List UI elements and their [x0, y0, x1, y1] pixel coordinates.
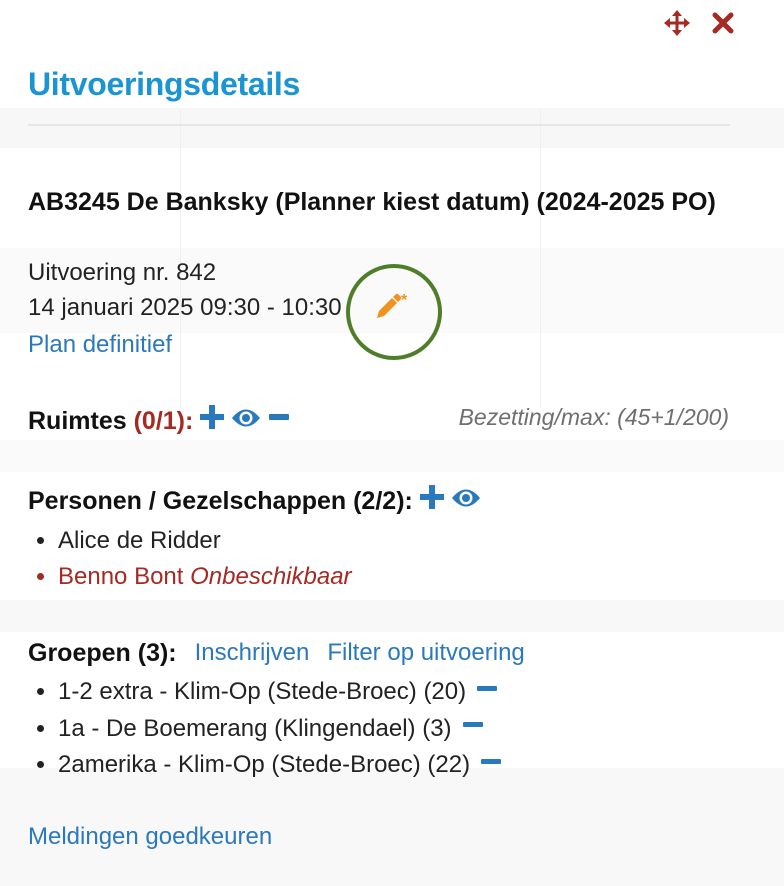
groups-list: 1-2 extra - Klim-Op (Stede-Broec) (20) 1…	[28, 674, 502, 784]
background-band	[0, 600, 784, 632]
person-name: Benno Bont	[58, 563, 184, 590]
list-item: Benno Bont Onbeschikbaar	[58, 559, 352, 595]
person-name: Alice de Ridder	[58, 527, 221, 554]
close-icon[interactable]	[710, 10, 736, 36]
rooms-count: (0/1):	[133, 407, 194, 435]
list-item: Alice de Ridder	[58, 523, 352, 559]
group-name: 1a - De Boemerang (Klingendael) (3)	[58, 714, 452, 742]
dialog-controls	[664, 10, 736, 36]
production-title: AB3245 De Banksky (Planner kiest datum) …	[28, 188, 716, 216]
svg-text:*: *	[401, 292, 408, 309]
persons-list: Alice de Ridder Benno Bont Onbeschikbaar	[28, 523, 352, 595]
plan-definitive-row: Plan definitief	[28, 330, 172, 360]
person-status: Onbeschikbaar	[190, 563, 352, 590]
filter-performance-link[interactable]: Filter op uitvoering	[327, 637, 524, 669]
rooms-label: Ruimtes	[28, 407, 127, 435]
remove-room-icon[interactable]	[267, 405, 291, 437]
view-persons-icon[interactable]	[451, 485, 481, 517]
list-item: 1-2 extra - Klim-Op (Stede-Broec) (20)	[58, 674, 502, 711]
persons-label: Personen / Gezelschappen (2/2):	[28, 487, 413, 515]
title-divider	[28, 124, 730, 126]
pencil-asterisk-icon[interactable]: *	[374, 292, 414, 324]
group-name: 2amerika - Klim-Op (Stede-Broec) (22)	[58, 751, 471, 779]
background-band	[0, 440, 784, 472]
add-room-icon[interactable]	[199, 404, 225, 438]
list-item: 1a - De Boemerang (Klingendael) (3)	[58, 711, 502, 748]
rooms-section-header: Ruimtes (0/1):	[28, 404, 291, 438]
occupancy-text: Bezetting/max: (45+1/200)	[458, 404, 729, 430]
performance-datetime: 14 januari 2025 09:30 - 10:30	[28, 294, 342, 321]
remove-group-icon[interactable]	[462, 711, 484, 747]
approve-notifications-link[interactable]: Meldingen goedkeuren	[28, 823, 272, 850]
group-name: 1-2 extra - Klim-Op (Stede-Broec) (20)	[58, 678, 467, 705]
remove-group-icon[interactable]	[480, 748, 502, 784]
add-person-icon[interactable]	[419, 484, 445, 518]
performance-number: Uitvoering nr. 842	[28, 259, 217, 286]
enroll-link[interactable]: Inschrijven	[195, 637, 310, 669]
background-band	[0, 108, 784, 148]
view-rooms-icon[interactable]	[231, 405, 261, 437]
move-icon[interactable]	[664, 10, 690, 36]
groups-label: Groepen (3):	[28, 639, 177, 667]
remove-group-icon[interactable]	[476, 675, 498, 711]
persons-section-header: Personen / Gezelschappen (2/2):	[28, 484, 481, 518]
background-divider	[540, 108, 541, 408]
dialog-title: Uitvoeringsdetails	[28, 66, 301, 102]
plan-definitive-link[interactable]: Plan definitief	[28, 331, 172, 358]
list-item: 2amerika - Klim-Op (Stede-Broec) (22)	[58, 747, 502, 784]
approve-row: Meldingen goedkeuren	[28, 822, 272, 852]
groups-section-header: Groepen (3): Inschrijven Filter op uitvo…	[28, 637, 525, 669]
